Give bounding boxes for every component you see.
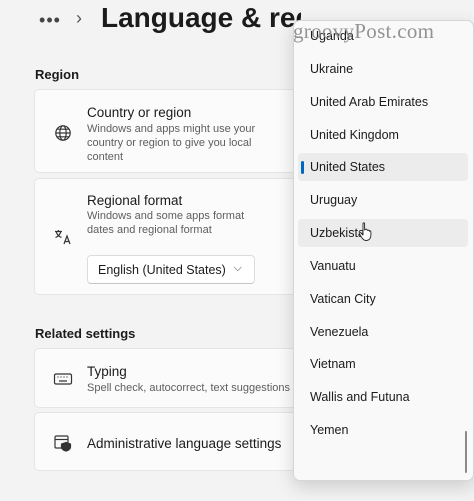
admin-shield-icon: [54, 435, 72, 452]
dropdown-item[interactable]: Ukraine: [298, 55, 468, 83]
globe-icon: [55, 125, 71, 141]
dropdown-item[interactable]: United Kingdom: [298, 121, 468, 149]
region-section-label: Region: [35, 67, 80, 82]
regional-format-icon: [55, 230, 71, 245]
dropdown-item-hovered[interactable]: Uzbekistan: [298, 219, 468, 247]
dropdown-item[interactable]: Uruguay: [298, 186, 468, 214]
typing-title: Typing: [87, 364, 127, 379]
related-settings-label: Related settings: [35, 326, 136, 341]
mouse-cursor-icon: [358, 222, 372, 241]
dropdown-scrollbar[interactable]: [465, 431, 467, 473]
dropdown-item[interactable]: United Arab Emirates: [298, 88, 468, 116]
breadcrumb-chevron-icon: ›: [76, 8, 82, 28]
dropdown-item[interactable]: Wallis and Futuna: [298, 383, 468, 411]
country-region-description: Windows and apps might use your country …: [87, 123, 256, 163]
admin-language-title: Administrative language settings: [87, 436, 282, 451]
chevron-down-icon: ⌵: [233, 262, 242, 274]
selection-indicator: [301, 161, 304, 174]
keyboard-icon: [53, 373, 73, 385]
dropdown-item[interactable]: Vietnam: [298, 350, 468, 378]
dropdown-item-selected[interactable]: United States: [298, 153, 468, 181]
dropdown-item[interactable]: Vanuatu: [298, 252, 468, 280]
regional-format-select-value: English (United States): [98, 262, 226, 277]
typing-description: Spell check, autocorrect, text suggestio…: [87, 382, 290, 394]
regional-format-description: Windows and some apps format dates and r…: [87, 210, 245, 236]
watermark: groovyPost.com: [293, 19, 435, 43]
regional-format-title: Regional format: [87, 193, 183, 208]
page-title: Language & regic: [101, 2, 301, 33]
dropdown-item[interactable]: Yemen: [298, 416, 468, 444]
dropdown-item[interactable]: Venezuela: [298, 318, 468, 346]
regional-format-select[interactable]: English (United States) ⌵: [87, 255, 255, 284]
dropdown-item-label: United States: [310, 160, 386, 174]
country-region-title: Country or region: [87, 105, 192, 120]
country-dropdown-list[interactable]: Uganda Ukraine United Arab Emirates Unit…: [293, 20, 474, 481]
more-breadcrumb-button[interactable]: •••: [36, 8, 64, 32]
dropdown-item[interactable]: Vatican City: [298, 285, 468, 313]
